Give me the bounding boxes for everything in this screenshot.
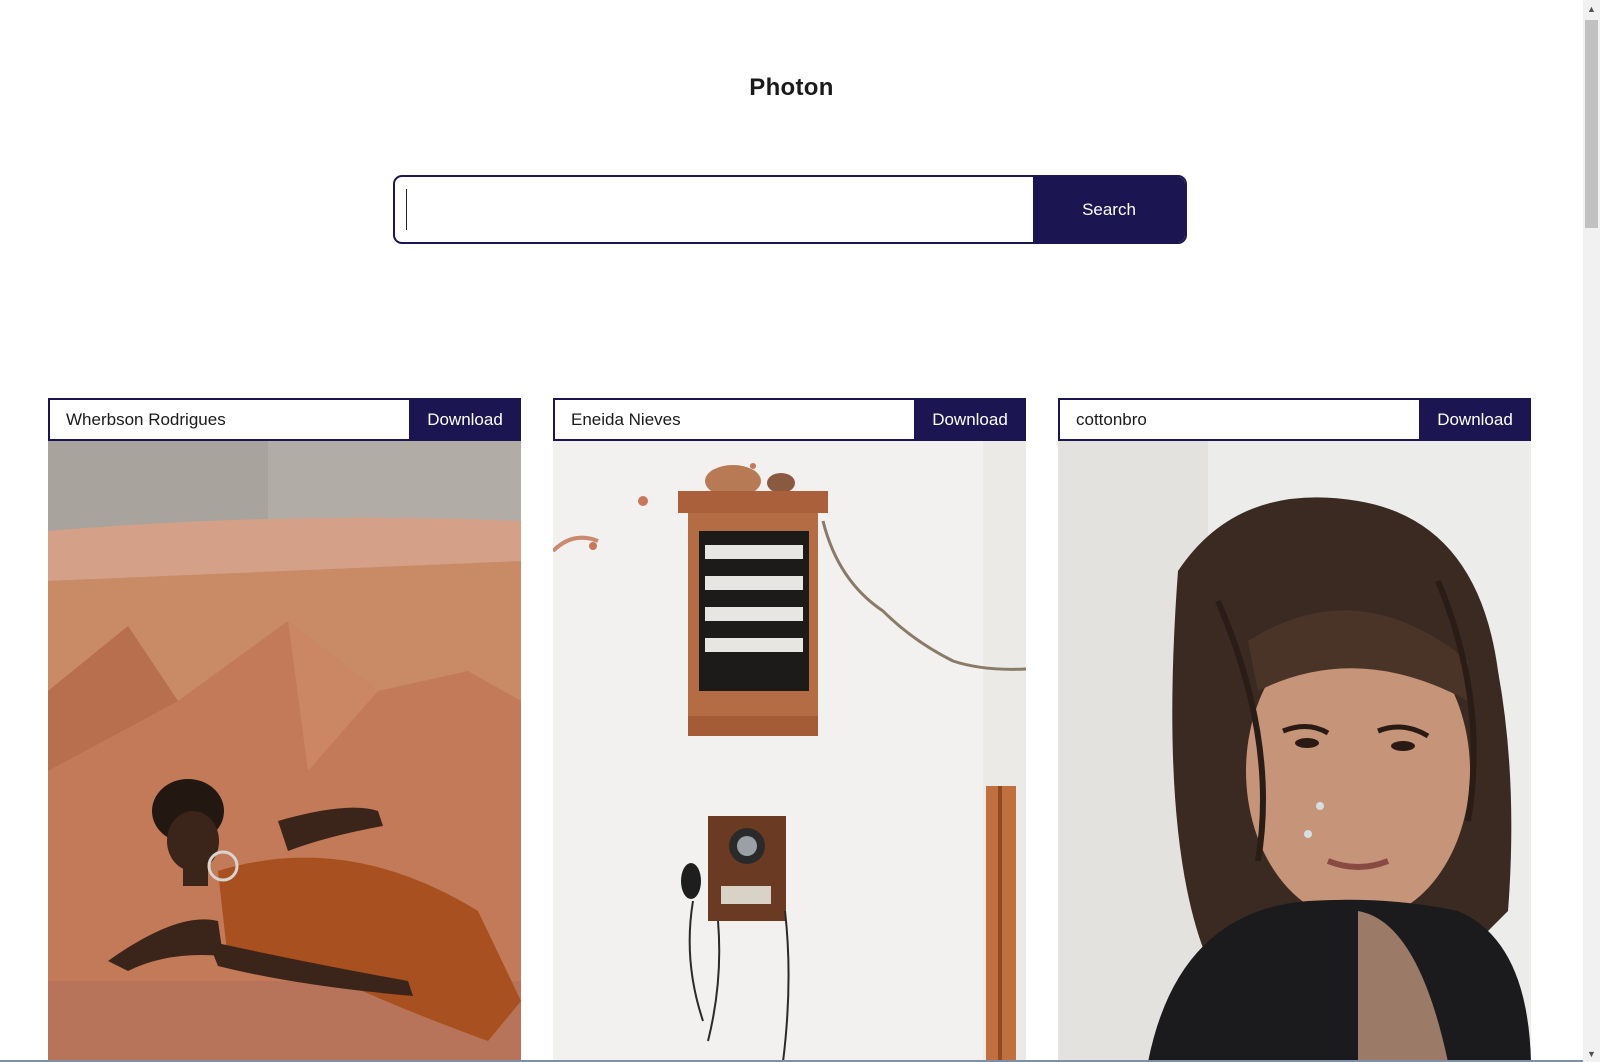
- vertical-scrollbar[interactable]: ▲ ▼: [1583, 0, 1600, 1062]
- photo-card-header: cottonbro Download: [1058, 398, 1531, 441]
- photo-card: Eneida Nieves Download: [553, 398, 1026, 1062]
- download-button[interactable]: Download: [914, 398, 1026, 441]
- page: Photon Search Wherbson Rodrigues Downloa…: [0, 0, 1583, 1062]
- download-button[interactable]: Download: [409, 398, 521, 441]
- photo-image[interactable]: [553, 441, 1026, 1062]
- text-caret: [406, 189, 407, 230]
- photo-image[interactable]: [1058, 441, 1531, 1062]
- app-title: Photon: [749, 74, 834, 101]
- search-button[interactable]: Search: [1033, 177, 1185, 242]
- search-input[interactable]: [395, 177, 1033, 242]
- chevron-up-icon[interactable]: ▲: [1583, 0, 1600, 17]
- photo-card-header: Eneida Nieves Download: [553, 398, 1026, 441]
- photographer-name: Wherbson Rodrigues: [66, 409, 226, 429]
- photographer-name: Eneida Nieves: [571, 409, 681, 429]
- photo-image[interactable]: [48, 441, 521, 1062]
- search-form: Search: [393, 175, 1187, 244]
- scrollbar-thumb[interactable]: [1585, 20, 1598, 228]
- photo-card: Wherbson Rodrigues Download: [48, 398, 521, 1062]
- photo-card-header: Wherbson Rodrigues Download: [48, 398, 521, 441]
- photographer-name: cottonbro: [1076, 409, 1147, 429]
- download-button[interactable]: Download: [1419, 398, 1531, 441]
- chevron-down-icon[interactable]: ▼: [1583, 1045, 1600, 1062]
- photo-card: cottonbro Download: [1058, 398, 1531, 1062]
